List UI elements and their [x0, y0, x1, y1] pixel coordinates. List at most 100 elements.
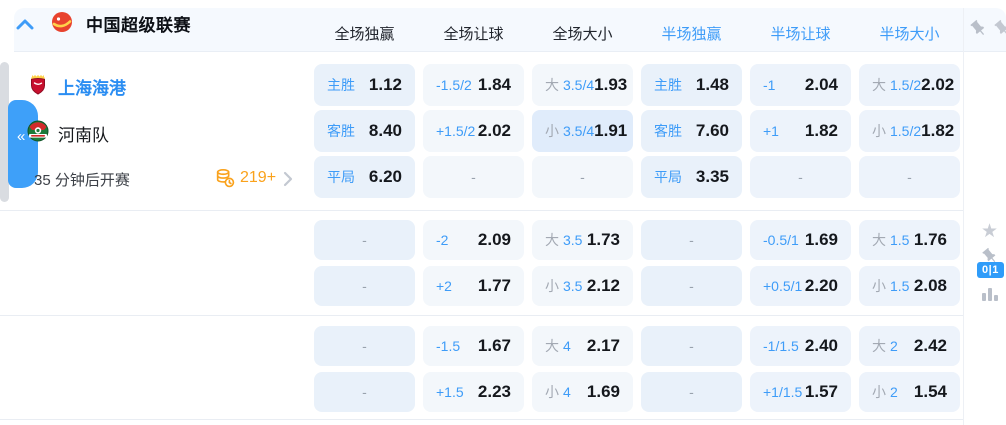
- odds-cell[interactable]: 大3.51.73: [532, 220, 633, 260]
- odds-selection-label: 小3.5: [545, 276, 582, 296]
- odds-value: 1.57: [805, 382, 838, 402]
- odds-cell[interactable]: 小2 1.54: [859, 372, 960, 412]
- odds-cell[interactable]: 小3.5/41.91: [532, 110, 633, 152]
- odds-cell[interactable]: -1.5 1.67: [423, 326, 524, 366]
- odds-value: 1.54: [914, 382, 947, 402]
- odds-cell[interactable]: 平局6.20: [314, 156, 415, 198]
- odds-empty-cell: -: [641, 326, 742, 366]
- odds-value: 1.84: [478, 75, 511, 95]
- score-badge: 0|1: [977, 262, 1004, 278]
- odds-panel: 中国超级联赛 全场独赢全场让球全场大小半场独赢半场让球半场大小 ★ 0|1 « …: [0, 0, 1006, 425]
- odds-selection-label: 小2: [872, 382, 898, 402]
- collapse-league-button[interactable]: [16, 17, 34, 29]
- selection-label: +2: [436, 278, 452, 294]
- section-divider: [0, 419, 963, 420]
- odds-value: 7.60: [696, 121, 729, 141]
- odds-selection-label: 大1.5: [872, 230, 909, 250]
- home-team-name[interactable]: 上海海港: [58, 74, 126, 99]
- selection-label: -1/1.5: [763, 338, 799, 354]
- odds-cell[interactable]: 客胜8.40: [314, 110, 415, 152]
- away-team-name[interactable]: 河南队: [58, 121, 109, 146]
- odds-cell[interactable]: 小1.52.08: [859, 266, 960, 306]
- selection-label: 平局: [327, 167, 355, 187]
- home-team-logo: [26, 72, 50, 96]
- odds-value: 1.48: [696, 75, 729, 95]
- odds-selection-label: 客胜: [654, 121, 682, 141]
- chevron-right-icon[interactable]: [283, 171, 293, 192]
- odds-selection-label: -1.5: [436, 338, 460, 354]
- odds-cell[interactable]: +1.5 2.23: [423, 372, 524, 412]
- market-column-header[interactable]: 全场让球: [419, 23, 528, 44]
- coins-clock-icon: [214, 167, 236, 189]
- odds-selection-label: 小1.5/2: [872, 121, 921, 141]
- odds-selection-label: 小1.5: [872, 276, 909, 296]
- odds-cell[interactable]: +21.77: [423, 266, 524, 306]
- market-column-header[interactable]: 半场大小: [855, 23, 964, 44]
- odds-value: 1.82: [921, 121, 954, 141]
- odds-cell[interactable]: 大1.5/22.02: [859, 64, 960, 106]
- over-under-side: 小: [872, 382, 886, 402]
- over-under-side: 小: [872, 121, 886, 141]
- odds-cell[interactable]: +1.5/22.02: [423, 110, 524, 152]
- odds-cell[interactable]: 大1.51.76: [859, 220, 960, 260]
- over-under-line: 3.5/4: [563, 77, 594, 93]
- odds-cell[interactable]: 大42.17: [532, 326, 633, 366]
- odds-cell[interactable]: +1/1.51.57: [750, 372, 851, 412]
- odds-cell[interactable]: 小3.52.12: [532, 266, 633, 306]
- odds-cell[interactable]: -1/1.5 2.40: [750, 326, 851, 366]
- over-under-side: 大: [872, 336, 886, 356]
- odds-cell[interactable]: +0.5/12.20: [750, 266, 851, 306]
- odds-cell[interactable]: +11.82: [750, 110, 851, 152]
- odds-selection-label: -0.5/1: [763, 232, 799, 248]
- market-column-header[interactable]: 半场让球: [746, 23, 855, 44]
- favorite-match-star-icon[interactable]: ★: [981, 223, 998, 241]
- pin-league-icon-2[interactable]: [993, 19, 1006, 38]
- over-under-side: 小: [545, 382, 559, 402]
- odds-selection-label: 平局: [654, 167, 682, 187]
- odds-value: 2.02: [478, 121, 511, 141]
- odds-cell[interactable]: 大3.5/41.93: [532, 64, 633, 106]
- odds-cell[interactable]: 大2 2.42: [859, 326, 960, 366]
- odds-empty-cell: -: [314, 266, 415, 306]
- market-column-header[interactable]: 半场独赢: [637, 23, 746, 44]
- over-under-side: 大: [872, 75, 886, 95]
- odds-selection-label: +2: [436, 278, 452, 294]
- extra-markets-count[interactable]: 219+: [240, 169, 276, 187]
- odds-cell[interactable]: 主胜1.48: [641, 64, 742, 106]
- odds-cell[interactable]: -1.5/2 1.84: [423, 64, 524, 106]
- odds-selection-label: 大1.5/2: [872, 75, 921, 95]
- odds-cell[interactable]: 客胜 7.60: [641, 110, 742, 152]
- odds-empty-cell: -: [314, 326, 415, 366]
- odds-value: 1.67: [478, 336, 511, 356]
- odds-value: 2.23: [478, 382, 511, 402]
- pin-league-icon[interactable]: [969, 19, 988, 38]
- over-under-line: 4: [563, 384, 571, 400]
- odds-selection-label: +0.5/1: [763, 278, 802, 294]
- market-column-header[interactable]: 全场独赢: [310, 23, 419, 44]
- selection-label: +1.5: [436, 384, 464, 400]
- odds-value: 1.69: [587, 382, 620, 402]
- odds-cell[interactable]: -12.04: [750, 64, 851, 106]
- over-under-side: 大: [545, 75, 559, 95]
- odds-selection-label: 大4: [545, 336, 571, 356]
- over-under-side: 小: [872, 276, 886, 296]
- odds-selection-label: 大3.5: [545, 230, 582, 250]
- odds-cell[interactable]: 小4 1.69: [532, 372, 633, 412]
- odds-cell[interactable]: 小1.5/21.82: [859, 110, 960, 152]
- odds-value: 2.09: [478, 230, 511, 250]
- right-rail-divider: [963, 8, 964, 425]
- market-column-header[interactable]: 全场大小: [528, 23, 637, 44]
- odds-cell[interactable]: -2 2.09: [423, 220, 524, 260]
- odds-selection-label: -1: [763, 77, 775, 93]
- bar-chart-icon[interactable]: [982, 288, 1000, 301]
- odds-selection-label: -1.5/2: [436, 77, 472, 93]
- odds-value: 2.40: [805, 336, 838, 356]
- odds-value: 2.42: [914, 336, 947, 356]
- odds-cell[interactable]: 主胜1.12: [314, 64, 415, 106]
- odds-cell[interactable]: -0.5/11.69: [750, 220, 851, 260]
- over-under-line: 2: [890, 384, 898, 400]
- over-under-line: 2: [890, 338, 898, 354]
- selection-label: -2: [436, 232, 448, 248]
- odds-cell[interactable]: 平局3.35: [641, 156, 742, 198]
- selection-label: -0.5/1: [763, 232, 799, 248]
